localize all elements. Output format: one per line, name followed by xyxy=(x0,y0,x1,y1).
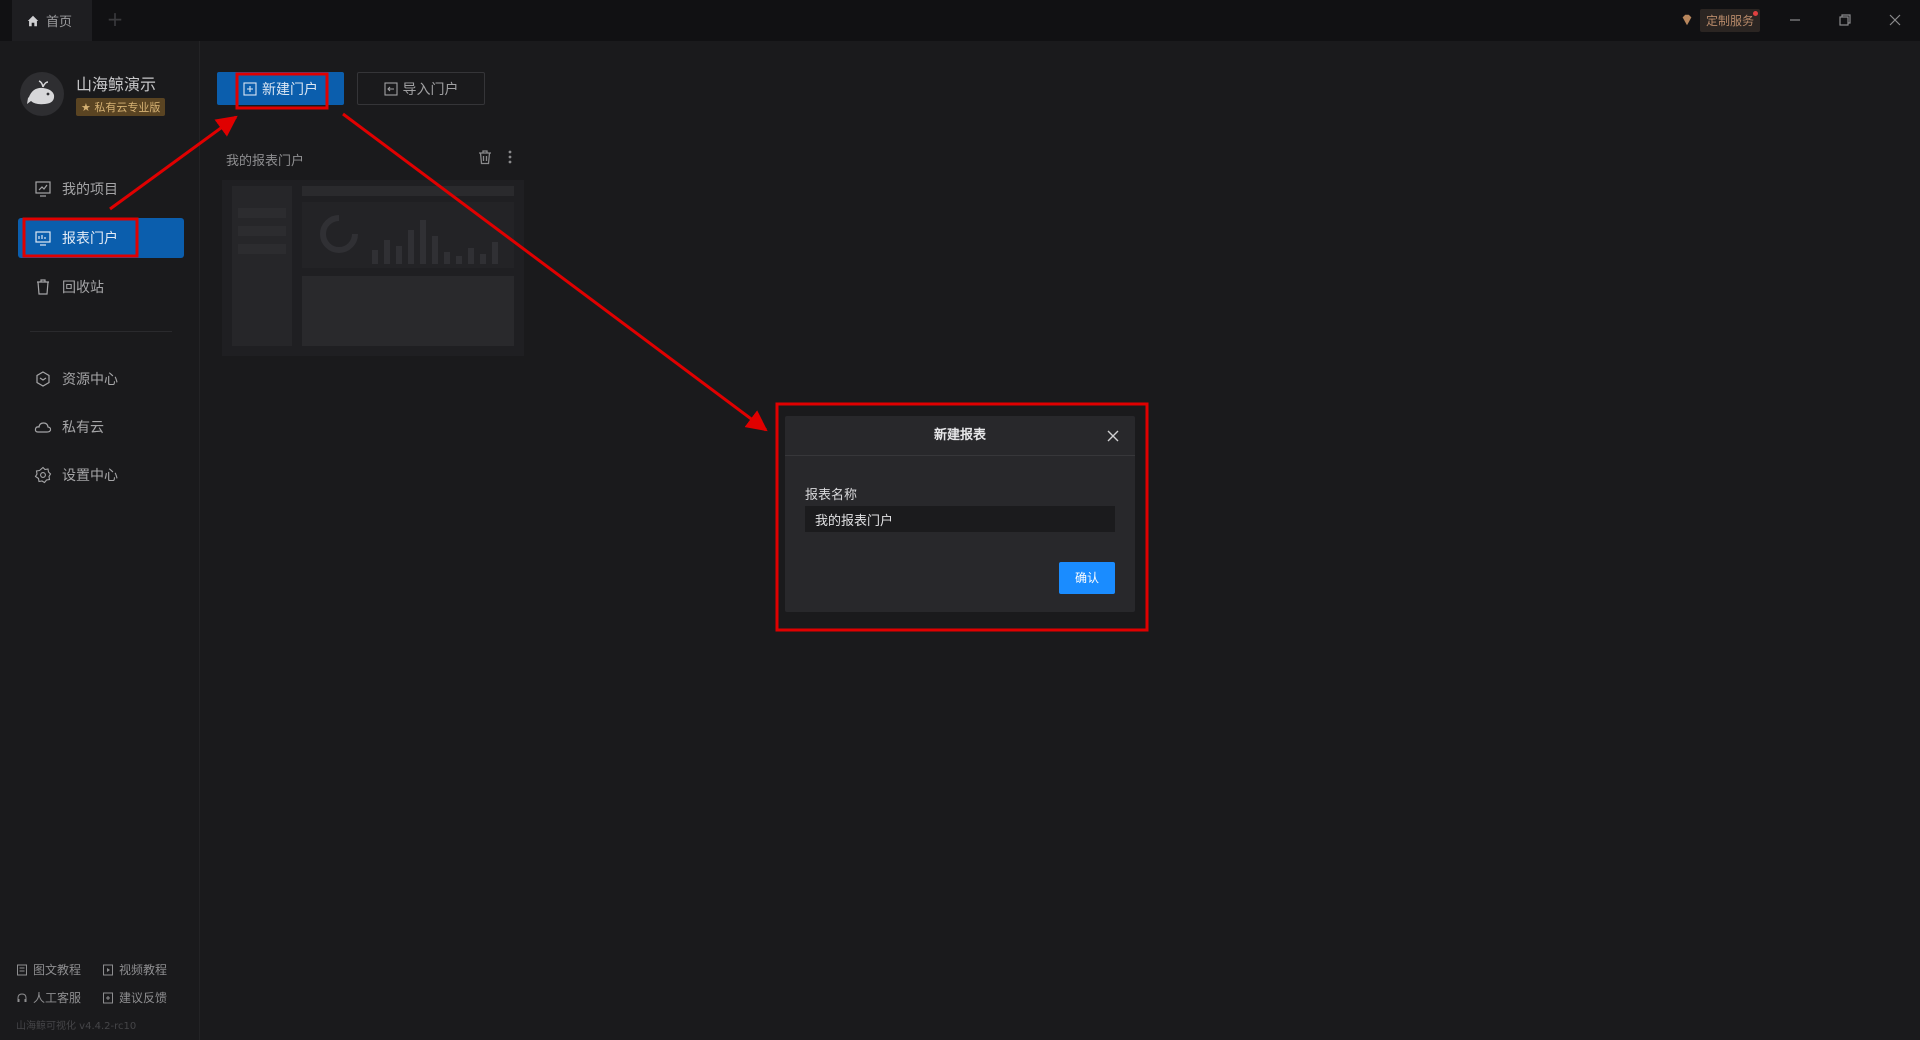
close-icon xyxy=(1889,14,1901,26)
help-video-tutorial[interactable]: 视频教程 xyxy=(102,961,167,978)
video-icon xyxy=(103,964,113,975)
sidebar-item-label: 报表门户 xyxy=(62,231,118,247)
sidebar: 山海鲸演示 ★ 私有云专业版 我的项目 报表门户 回收站 资源中心 私有云 设置… xyxy=(0,41,200,1040)
custom-service-label: 定制服务 xyxy=(1700,8,1761,32)
headset-icon xyxy=(17,992,27,1002)
title-bar: 首页 + 定制服务 xyxy=(0,0,1920,41)
sidebar-item-resource-center[interactable]: 资源中心 xyxy=(18,359,184,399)
help-label: 人工客服 xyxy=(33,991,82,1005)
avatar xyxy=(20,71,64,116)
new-report-dialog: 新建报表 报表名称 确认 xyxy=(785,416,1135,612)
restore-button[interactable] xyxy=(1832,8,1858,32)
chart-board-icon xyxy=(35,181,51,197)
sidebar-item-label: 资源中心 xyxy=(62,372,118,388)
user-profile[interactable]: 山海鲸演示 ★ 私有云专业版 xyxy=(20,71,166,116)
sidebar-item-label: 设置中心 xyxy=(62,468,118,484)
portal-card-title: 我的报表门户 xyxy=(226,154,305,169)
minimize-icon xyxy=(1790,19,1800,21)
report-name-label: 报表名称 xyxy=(805,488,858,503)
sidebar-item-private-cloud[interactable]: 私有云 xyxy=(18,407,184,447)
hexagon-icon xyxy=(36,371,50,387)
import-portal-button[interactable]: 导入门户 xyxy=(357,72,485,105)
home-icon xyxy=(27,15,39,26)
document-icon xyxy=(17,964,27,975)
new-portal-label: 新建门户 xyxy=(262,81,318,98)
sidebar-item-label: 私有云 xyxy=(62,420,104,436)
tab-home[interactable]: 首页 xyxy=(12,0,92,41)
trash-icon[interactable] xyxy=(477,149,493,165)
import-portal-label: 导入门户 xyxy=(402,81,459,98)
import-icon xyxy=(383,81,398,96)
sidebar-divider xyxy=(30,331,172,332)
gem-icon xyxy=(1682,14,1692,26)
monitor-icon xyxy=(35,231,51,246)
close-icon[interactable] xyxy=(1105,428,1121,444)
dialog-title: 新建报表 xyxy=(785,416,1135,456)
help-label: 视频教程 xyxy=(119,963,168,977)
help-label: 图文教程 xyxy=(33,963,82,977)
report-name-input[interactable] xyxy=(805,506,1115,532)
new-portal-button[interactable]: 新建门户 xyxy=(217,72,344,105)
custom-service-button[interactable]: 定制服务 xyxy=(1680,8,1761,32)
confirm-button[interactable]: 确认 xyxy=(1059,562,1115,594)
restore-icon xyxy=(1839,14,1851,26)
sidebar-item-report-portal[interactable]: 报表门户 xyxy=(18,218,184,258)
help-label: 建议反馈 xyxy=(119,991,168,1005)
add-tab-button[interactable]: + xyxy=(104,8,126,32)
version-text: 山海鲸可视化 v4.4.2-rc10 xyxy=(16,1021,137,1032)
sidebar-item-label: 我的项目 xyxy=(62,182,118,198)
sidebar-item-settings-center[interactable]: 设置中心 xyxy=(18,455,184,495)
trash-icon xyxy=(37,279,49,295)
feedback-icon xyxy=(103,992,113,1003)
sidebar-item-recycle-bin[interactable]: 回收站 xyxy=(18,267,184,307)
user-name: 山海鲸演示 xyxy=(76,75,157,94)
add-square-icon xyxy=(243,81,257,96)
help-text-tutorial[interactable]: 图文教程 xyxy=(16,961,81,978)
close-window-button[interactable] xyxy=(1882,8,1908,32)
tab-home-label: 首页 xyxy=(46,15,73,30)
sidebar-item-label: 回收站 xyxy=(62,280,104,296)
more-vertical-icon[interactable] xyxy=(504,149,516,165)
help-feedback[interactable]: 建议反馈 xyxy=(102,989,167,1006)
portal-thumbnail xyxy=(222,180,524,356)
minimize-button[interactable] xyxy=(1782,8,1808,32)
sidebar-item-my-projects[interactable]: 我的项目 xyxy=(18,169,184,209)
cloud-icon xyxy=(34,422,52,433)
gear-icon xyxy=(34,466,52,484)
help-customer-service[interactable]: 人工客服 xyxy=(16,989,81,1006)
plan-badge: ★ 私有云专业版 xyxy=(76,98,166,116)
portal-card[interactable]: 我的报表门户 xyxy=(220,140,526,356)
whale-logo-icon xyxy=(27,79,55,104)
